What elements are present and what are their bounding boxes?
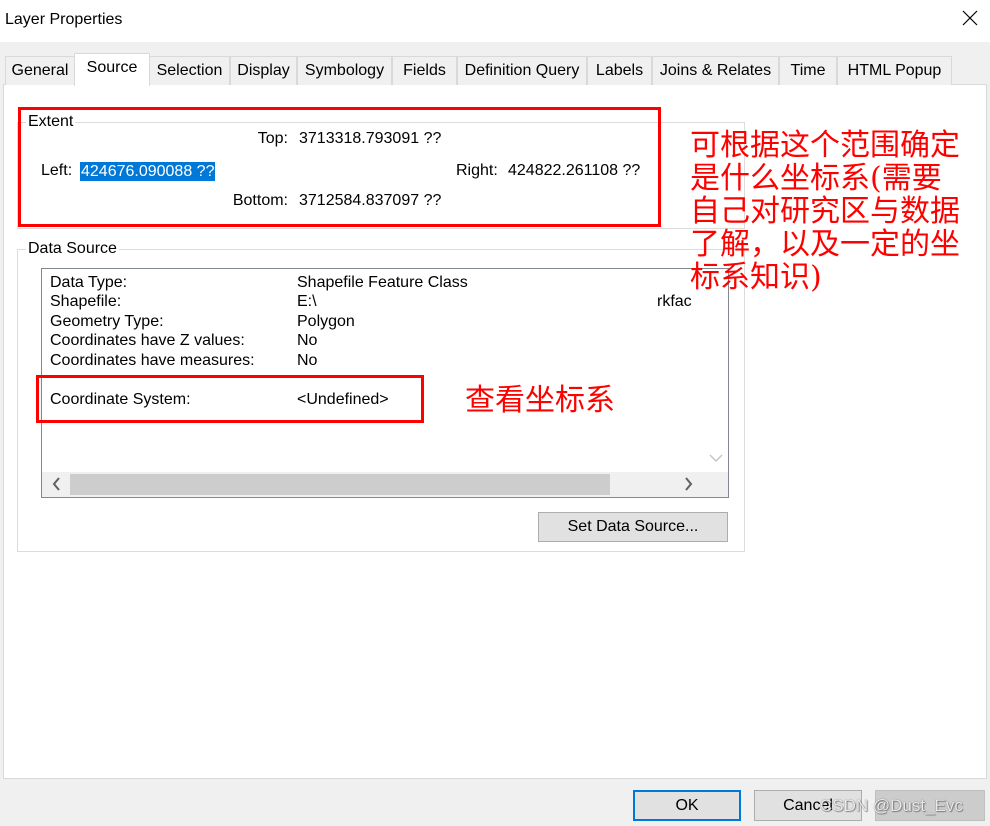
horizontal-scrollbar[interactable] bbox=[42, 472, 705, 497]
row-key-shapefile: Shapefile: bbox=[50, 293, 122, 310]
chevron-left-icon[interactable] bbox=[52, 477, 61, 491]
coordinate-system-annotation-box bbox=[36, 375, 424, 423]
tab-strip: General Source Selection Display Symbolo… bbox=[0, 50, 990, 86]
tab-fields[interactable]: Fields bbox=[392, 56, 457, 85]
row-key-geometry-type: Geometry Type: bbox=[50, 313, 164, 330]
tab-general[interactable]: General bbox=[5, 56, 75, 85]
row-value-measures: No bbox=[297, 352, 318, 369]
source-tab-panel: Extent Top: 3713318.793091 ?? Left: 4246… bbox=[0, 84, 990, 779]
close-button[interactable] bbox=[956, 4, 984, 32]
row-key-data-type: Data Type: bbox=[50, 274, 128, 291]
horizontal-scroll-thumb[interactable] bbox=[70, 474, 610, 495]
vertical-scrollbar[interactable] bbox=[705, 269, 728, 472]
row-key-measures: Coordinates have measures: bbox=[50, 352, 255, 369]
data-source-group-label: Data Source bbox=[26, 240, 119, 258]
tab-selection[interactable]: Selection bbox=[149, 56, 230, 85]
row-value-data-type: Shapefile Feature Class bbox=[297, 274, 468, 291]
tab-definition-query[interactable]: Definition Query bbox=[457, 56, 587, 85]
tab-source[interactable]: Source bbox=[74, 53, 150, 86]
row-value-geometry-type: Polygon bbox=[297, 313, 355, 330]
extent-note-line: 可根据这个范围确定 bbox=[690, 128, 960, 163]
row-key-z-values: Coordinates have Z values: bbox=[50, 332, 245, 349]
tab-display[interactable]: Display bbox=[230, 56, 297, 85]
extent-annotation-box bbox=[18, 107, 661, 227]
chevron-down-icon[interactable] bbox=[709, 454, 723, 463]
tab-time[interactable]: Time bbox=[779, 56, 837, 85]
title-bar: Layer Properties bbox=[0, 0, 990, 42]
row-value-shapefile-tail: rkfac bbox=[657, 293, 692, 310]
extent-note-line: 标系知识) bbox=[690, 260, 822, 295]
close-icon bbox=[962, 10, 978, 26]
extent-note-line: 是什么坐标系(需要 bbox=[690, 161, 942, 196]
row-value-shapefile: E:\ bbox=[297, 293, 317, 310]
set-data-source-button[interactable]: Set Data Source... bbox=[538, 512, 728, 542]
chevron-right-icon[interactable] bbox=[684, 477, 693, 491]
tab-labels[interactable]: Labels bbox=[587, 56, 652, 85]
tab-html-popup[interactable]: HTML Popup bbox=[837, 56, 952, 85]
tab-symbology[interactable]: Symbology bbox=[297, 56, 392, 85]
row-value-z-values: No bbox=[297, 332, 318, 349]
ok-button[interactable]: OK bbox=[633, 790, 741, 821]
window-title: Layer Properties bbox=[5, 11, 123, 28]
watermark: CSDN @Dust_Evc bbox=[820, 796, 963, 815]
layer-properties-dialog: Layer Properties General Source Selectio… bbox=[0, 0, 990, 826]
extent-note-line: 自己对研究区与数据 bbox=[690, 194, 960, 229]
tab-joins-relates[interactable]: Joins & Relates bbox=[652, 56, 779, 85]
extent-note-line: 了解，以及一定的坐 bbox=[690, 227, 960, 262]
coordinate-system-annotation-note: 查看坐标系 bbox=[465, 383, 615, 418]
scrollbar-corner bbox=[705, 472, 728, 497]
extent-annotation-note: 可根据这个范围确定 是什么坐标系(需要 自己对研究区与数据 了解，以及一定的坐 … bbox=[690, 129, 960, 294]
